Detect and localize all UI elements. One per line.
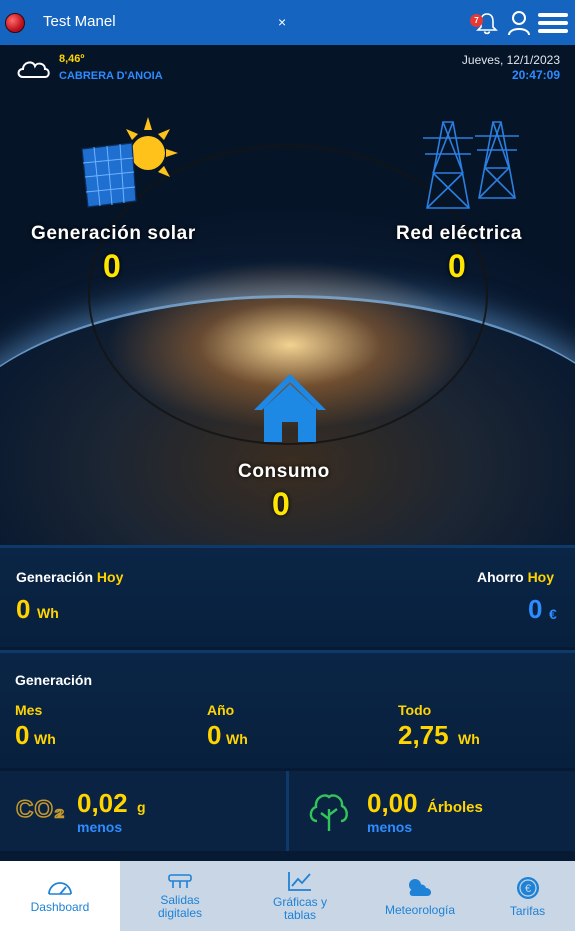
- month-label: Mes: [15, 702, 43, 718]
- year-unit: Wh: [226, 731, 248, 747]
- total-value: 2,75: [398, 720, 449, 750]
- co2-unit: g: [137, 799, 146, 815]
- year-value: 0: [207, 720, 222, 750]
- euro-coin-icon: €: [516, 876, 539, 899]
- nav-digital-outputs-label-2: digitales: [157, 906, 203, 920]
- user-icon[interactable]: [507, 10, 531, 36]
- consumption-label: Consumo: [238, 461, 330, 482]
- gauge-icon: [48, 881, 72, 895]
- close-site-button[interactable]: ×: [278, 14, 286, 30]
- weather-rain-icon: [409, 878, 432, 896]
- trees-value: 0,00: [367, 788, 418, 818]
- notification-badge[interactable]: 7: [470, 14, 483, 27]
- co2-caption: menos: [77, 819, 123, 835]
- time: 20:47:09: [511, 68, 560, 82]
- trees-caption: menos: [367, 819, 413, 835]
- today-savings-unit: €: [549, 606, 557, 622]
- today-panel: [0, 545, 575, 647]
- nav-dashboard-label: Dashboard: [30, 899, 90, 914]
- status-dot-icon[interactable]: [5, 13, 25, 33]
- tree-icon: [309, 794, 348, 831]
- location: CABRERA D'ANOIA: [59, 70, 163, 82]
- consumption-value: 0: [272, 486, 290, 522]
- nav-rates[interactable]: € Tarifas: [480, 861, 575, 931]
- co2-value: 0,02: [77, 788, 128, 818]
- site-name[interactable]: Test Manel: [43, 13, 116, 30]
- nav-weather[interactable]: Meteorología: [360, 861, 480, 931]
- nav-dashboard[interactable]: Dashboard: [0, 861, 120, 931]
- svg-text:€: €: [524, 883, 530, 895]
- panel-divider: [286, 771, 289, 851]
- solar-panel-icon: [81, 117, 178, 208]
- grid-value: 0: [448, 248, 466, 284]
- trees-unit: Árboles: [427, 799, 483, 816]
- today-savings-value: 0: [528, 594, 543, 624]
- total-label: Todo: [398, 702, 432, 718]
- month-unit: Wh: [34, 731, 56, 747]
- menu-icon[interactable]: [538, 12, 568, 34]
- co2-icon: CO₂: [15, 795, 66, 824]
- grid-label: Red eléctrica: [396, 223, 523, 244]
- year-label: Año: [207, 702, 235, 718]
- cloud-icon: [17, 61, 50, 78]
- nav-charts-label-2: tablas: [283, 908, 317, 922]
- today-savings-label: Ahorro Hoy: [477, 569, 555, 585]
- temperature: 8,46º: [59, 53, 85, 65]
- outputs-icon: [168, 874, 192, 888]
- month-value: 0: [15, 720, 30, 750]
- nav-rates-label: Tarifas: [509, 903, 546, 918]
- solar-generation-label: Generación solar: [31, 223, 196, 244]
- house-icon: [254, 374, 326, 442]
- line-chart-icon: [288, 872, 311, 891]
- total-unit: Wh: [458, 731, 480, 747]
- nav-charts[interactable]: Gráficas y tablas: [240, 861, 360, 931]
- generation-summary-panel: [0, 650, 575, 768]
- bottom-nav: Dashboard Salidas digitales Gráficas y t…: [0, 861, 575, 931]
- today-generation-label: Generación Hoy: [16, 569, 124, 585]
- power-tower-icon: [423, 121, 519, 209]
- today-generation-unit: Wh: [37, 605, 59, 621]
- top-bar: Test Manel × 7: [0, 0, 575, 45]
- nav-weather-label: Meteorología: [384, 902, 456, 917]
- nav-digital-outputs[interactable]: Salidas digitales: [120, 861, 240, 931]
- generation-summary-title: Generación: [15, 672, 93, 688]
- today-generation-value: 0: [16, 594, 31, 624]
- date: Jueves, 12/1/2023: [461, 53, 560, 67]
- solar-generation-value: 0: [103, 248, 121, 284]
